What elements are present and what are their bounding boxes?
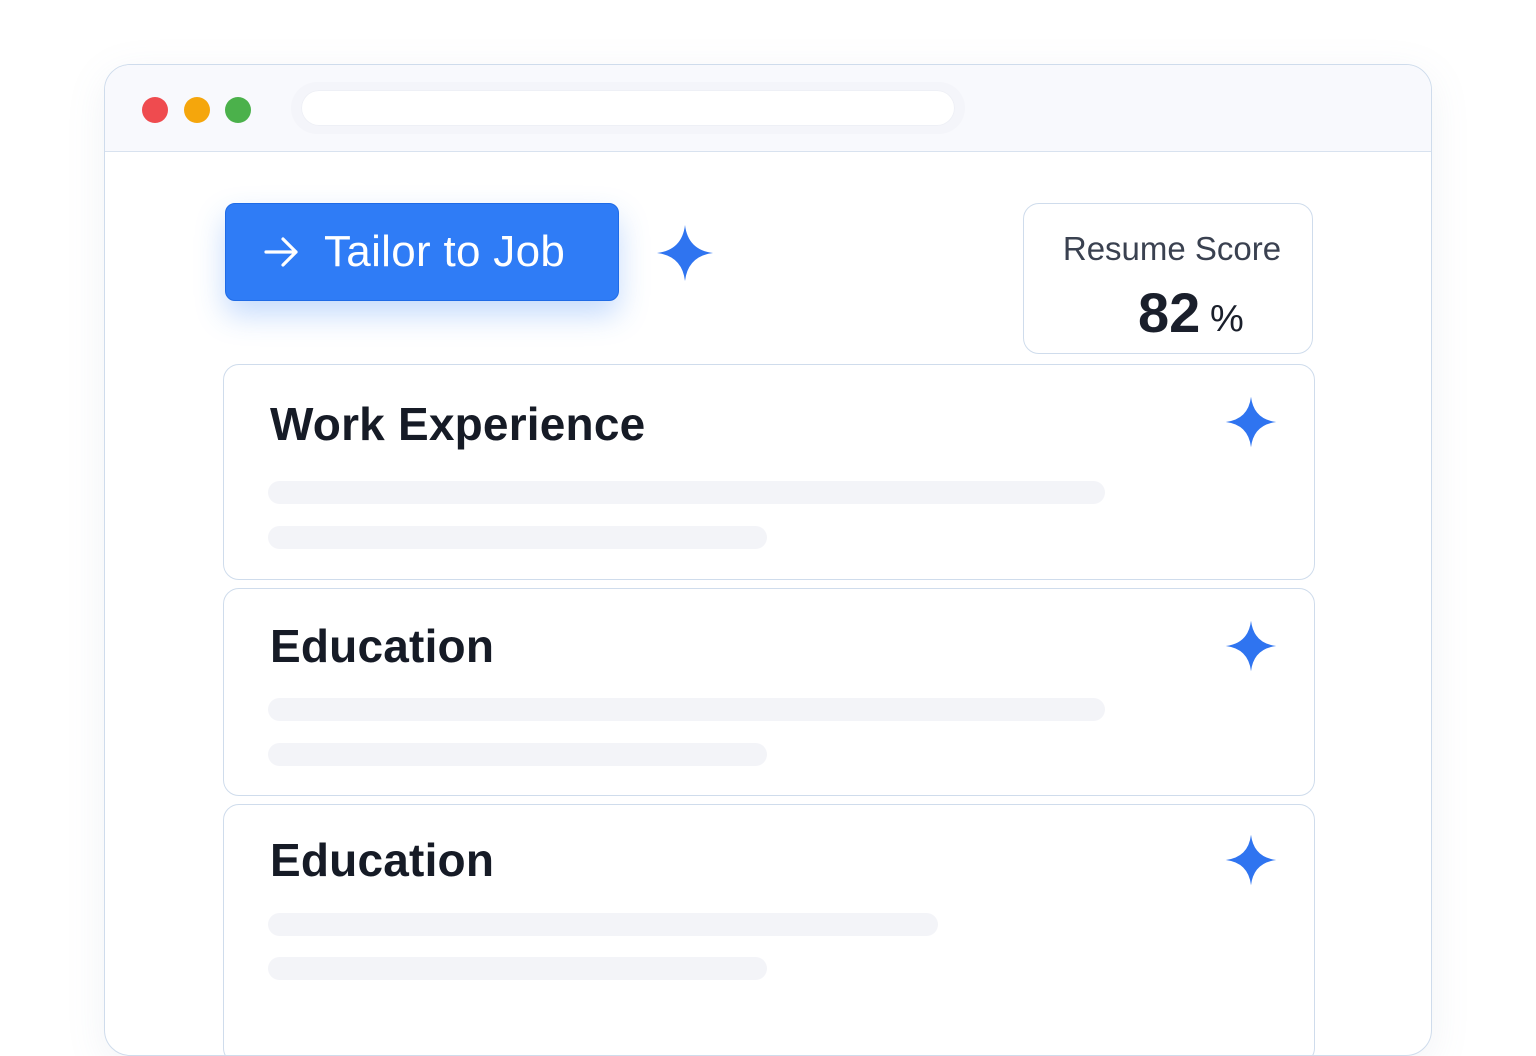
text-placeholder-line [268,957,767,980]
address-bar-field[interactable] [301,90,955,126]
section-card-work-experience[interactable]: Work Experience [223,364,1315,580]
resume-score-unit: % [1210,298,1244,340]
tailor-to-job-button[interactable]: Tailor to Job [225,203,619,301]
main-content: Tailor to Job Resume Score 82 % Work Exp… [105,153,1431,1055]
text-placeholder-line [268,913,938,936]
sparkle-icon[interactable] [655,223,715,283]
sparkle-icon[interactable] [1224,395,1278,449]
resume-score-value: 82 [1138,281,1201,344]
sparkle-icon[interactable] [1224,833,1278,887]
text-placeholder-line [268,481,1105,504]
text-placeholder-line [268,743,767,766]
section-card-education[interactable]: Education [223,588,1315,796]
resume-score-card: Resume Score 82 % [1023,203,1313,354]
section-card-education[interactable]: Education [223,804,1315,1055]
address-bar[interactable] [291,82,965,134]
tailor-button-label: Tailor to Job [324,227,566,276]
section-title: Education [270,834,495,886]
window-titlebar [105,65,1431,152]
browser-window: Tailor to Job Resume Score 82 % Work Exp… [104,64,1432,1056]
section-title: Work Experience [270,398,646,450]
section-title: Education [270,620,495,672]
close-window-button[interactable] [142,97,168,123]
resume-score-label: Resume Score [1062,230,1282,267]
minimize-window-button[interactable] [184,97,210,123]
arrow-right-icon [264,237,298,267]
maximize-window-button[interactable] [225,97,251,123]
text-placeholder-line [268,526,767,549]
sparkle-icon[interactable] [1224,619,1278,673]
text-placeholder-line [268,698,1105,721]
